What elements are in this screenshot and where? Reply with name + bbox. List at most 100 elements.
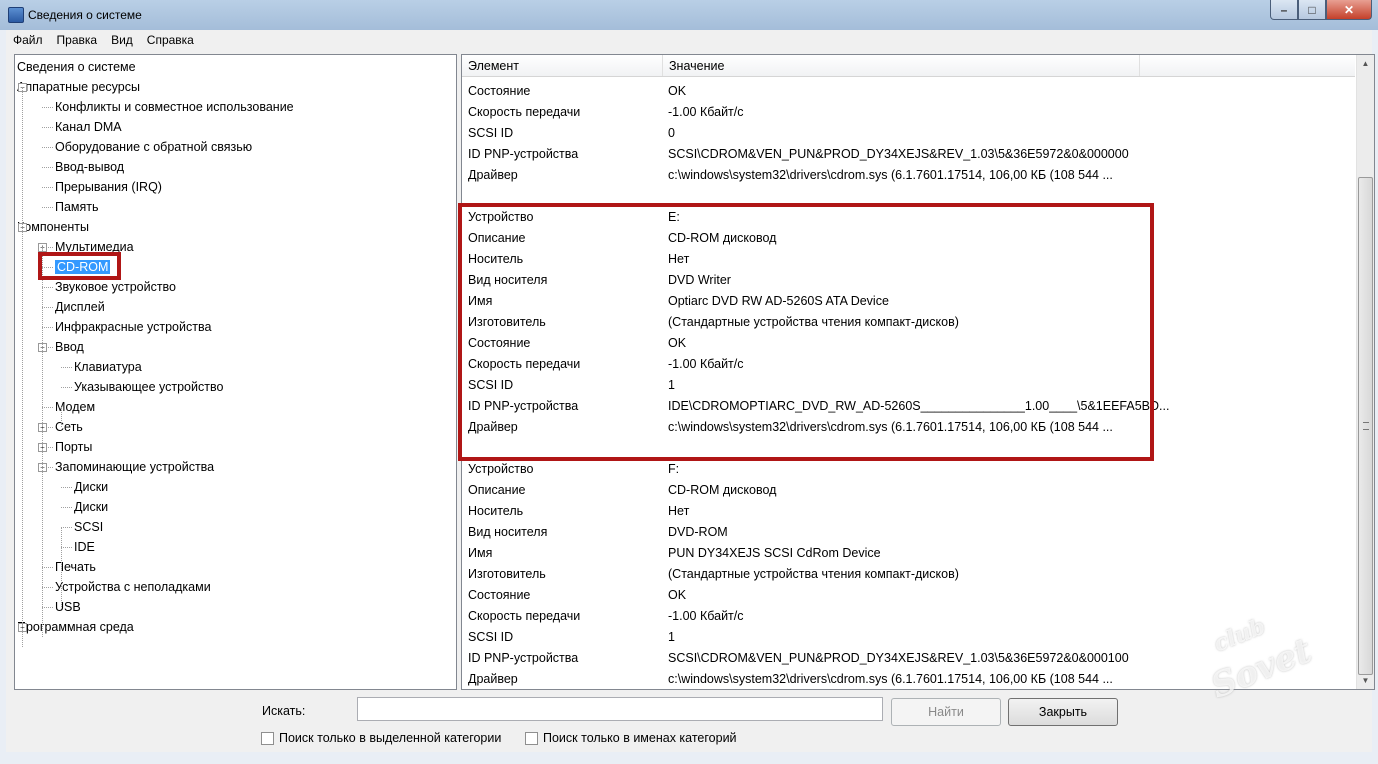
close-button[interactable]: Закрыть bbox=[1008, 698, 1118, 726]
tree-node[interactable]: Программная среда bbox=[17, 617, 134, 637]
tree-node[interactable]: IDE bbox=[74, 537, 95, 557]
tree-node[interactable]: Диски bbox=[74, 497, 108, 517]
tree-node[interactable]: Порты bbox=[55, 437, 92, 457]
tree-node[interactable]: Дисплей bbox=[55, 297, 105, 317]
value-cell: (Стандартные устройства чтения компакт-д… bbox=[668, 567, 959, 581]
column-header-element[interactable]: Элемент bbox=[462, 55, 663, 76]
element-cell: Скорость передачи bbox=[468, 105, 581, 119]
list-row[interactable]: Описание CD-ROM дисковод bbox=[462, 480, 1355, 501]
tree-node[interactable]: Конфликты и совместное использование bbox=[55, 97, 294, 117]
vertical-scrollbar[interactable]: ▲ ▼ bbox=[1356, 55, 1374, 689]
search-selected-category-checkbox[interactable]: Поиск только в выделенной категории bbox=[261, 731, 501, 745]
tree-node[interactable]: Диски bbox=[74, 477, 108, 497]
list-row[interactable]: Скорость передачи -1.00 Кбайт/с bbox=[462, 606, 1355, 627]
find-button[interactable]: Найти bbox=[891, 698, 1001, 726]
cdrom-highlight-box bbox=[38, 252, 121, 280]
tree-node[interactable]: USB bbox=[55, 597, 81, 617]
search-input[interactable] bbox=[357, 697, 883, 721]
tree-node[interactable]: Оборудование с обратной связью bbox=[55, 137, 252, 157]
list-row[interactable]: Скорость передачи -1.00 Кбайт/с bbox=[462, 102, 1355, 123]
tree-connector bbox=[42, 147, 53, 148]
checkbox-label: Поиск только в выделенной категории bbox=[279, 731, 502, 745]
value-cell: c:\windows\system32\drivers\cdrom.sys (6… bbox=[668, 168, 1113, 182]
search-panel: Искать: Найти Закрыть Поиск только в выд… bbox=[6, 690, 1372, 752]
tree-node[interactable]: Устройства с неполадками bbox=[55, 577, 211, 597]
element-cell: Состояние bbox=[468, 588, 531, 602]
list-row[interactable]: Изготовитель (Стандартные устройства чтен… bbox=[462, 564, 1355, 585]
tree-node[interactable]: Сеть bbox=[55, 417, 83, 437]
tree-guide-line bbox=[42, 247, 43, 637]
list-row[interactable]: Состояние OK bbox=[462, 81, 1355, 102]
tree-node[interactable]: Клавиатура bbox=[74, 357, 142, 377]
tree-node-label: Сеть bbox=[55, 420, 83, 434]
list-row[interactable]: Драйвер c:\windows\system32\drivers\cdrom… bbox=[462, 165, 1355, 186]
tree-connector bbox=[61, 487, 72, 488]
menu-edit[interactable]: Правка bbox=[50, 33, 105, 47]
tree-node[interactable]: Аппаратные ресурсы bbox=[17, 77, 140, 97]
tree-node-label: Конфликты и совместное использование bbox=[55, 100, 294, 114]
tree-node[interactable]: Канал DMA bbox=[55, 117, 122, 137]
tree-connector bbox=[42, 167, 53, 168]
checkbox-label: Поиск только в именах категорий bbox=[543, 731, 737, 745]
list-row[interactable]: SCSI ID 0 bbox=[462, 123, 1355, 144]
tree-connector bbox=[42, 567, 53, 568]
window-controls: – □ ✕ bbox=[1270, 0, 1372, 20]
tree-node[interactable]: Инфракрасные устройства bbox=[55, 317, 211, 337]
category-tree[interactable]: Сведения о системе Аппаратные ресурсы − Кон… bbox=[14, 54, 457, 690]
tree-node[interactable]: Ввод bbox=[55, 337, 84, 357]
element-cell: Описание bbox=[468, 483, 526, 497]
close-window-button[interactable]: ✕ bbox=[1326, 0, 1372, 20]
tree-guide-line bbox=[61, 407, 62, 427]
tree-node[interactable]: Запоминающие устройства bbox=[55, 457, 214, 477]
menu-file[interactable]: Файл bbox=[6, 33, 50, 47]
search-category-names-checkbox[interactable]: Поиск только в именах категорий bbox=[525, 731, 737, 745]
list-row[interactable]: Состояние OK bbox=[462, 585, 1355, 606]
checkbox-icon[interactable] bbox=[525, 731, 538, 745]
tree-node-label: Ввод-вывод bbox=[55, 160, 125, 174]
element-cell: Устройство bbox=[468, 462, 534, 476]
tree-node-label: SCSI bbox=[74, 520, 104, 534]
tree-node-label: Прерывания (IRQ) bbox=[55, 180, 162, 194]
value-cell: CD-ROM дисковод bbox=[668, 483, 777, 497]
list-row[interactable]: Носитель Нет bbox=[462, 501, 1355, 522]
minimize-button[interactable]: – bbox=[1270, 0, 1298, 20]
tree-node[interactable]: Компоненты bbox=[17, 217, 89, 237]
tree-guide-line bbox=[61, 527, 62, 607]
list-row[interactable]: Имя PUN DY34XEJS SCSI CdRom Device bbox=[462, 543, 1355, 564]
scroll-up-icon[interactable]: ▲ bbox=[1357, 55, 1374, 72]
tree-connector bbox=[42, 587, 53, 588]
tree-node[interactable]: Указывающее устройство bbox=[74, 377, 223, 397]
column-header-value[interactable]: Значение bbox=[663, 55, 1140, 76]
tree-node-label: Клавиатура bbox=[74, 360, 142, 374]
tree-node-label: Ввод bbox=[55, 340, 84, 354]
tree-node[interactable]: Звуковое устройство bbox=[55, 277, 176, 297]
tree-node[interactable]: Прерывания (IRQ) bbox=[55, 177, 162, 197]
menu-help[interactable]: Справка bbox=[140, 33, 201, 47]
tree-node-label: Аппаратные ресурсы bbox=[17, 80, 140, 94]
tree-connector bbox=[42, 187, 53, 188]
list-row[interactable]: Устройство F: bbox=[462, 459, 1355, 480]
tree-connector bbox=[42, 307, 53, 308]
element-cell: Вид носителя bbox=[468, 525, 548, 539]
tree-connector bbox=[42, 287, 53, 288]
value-cell: SCSI\CDROM&VEN_PUN&PROD_DY34XEJS&REV_1.0… bbox=[668, 651, 1129, 665]
tree-node[interactable]: Память bbox=[55, 197, 99, 217]
tree-node[interactable]: SCSI bbox=[74, 517, 103, 537]
tree-node-label: Запоминающие устройства bbox=[55, 460, 215, 474]
list-row[interactable]: Вид носителя DVD-ROM bbox=[462, 522, 1355, 543]
value-cell: -1.00 Кбайт/с bbox=[668, 609, 744, 623]
element-cell: Скорость передачи bbox=[468, 609, 581, 623]
tree-connector bbox=[42, 407, 53, 408]
tree-node[interactable]: Ввод-вывод bbox=[55, 157, 124, 177]
tree-node-label: Память bbox=[55, 200, 99, 214]
search-label: Искать: bbox=[262, 704, 306, 718]
list-row[interactable]: ID PNP-устройства SCSI\CDROM&VEN_PUN&PROD… bbox=[462, 144, 1355, 165]
tree-node-label: Инфракрасные устройства bbox=[55, 320, 212, 334]
device-e-highlight-box bbox=[458, 203, 1154, 461]
scroll-thumb[interactable] bbox=[1358, 177, 1373, 675]
checkbox-icon[interactable] bbox=[261, 731, 274, 745]
tree-node-label: Дисплей bbox=[55, 300, 105, 314]
tree-node[interactable]: Сведения о системе bbox=[17, 57, 136, 77]
maximize-button[interactable]: □ bbox=[1298, 0, 1326, 20]
menu-view[interactable]: Вид bbox=[104, 33, 140, 47]
